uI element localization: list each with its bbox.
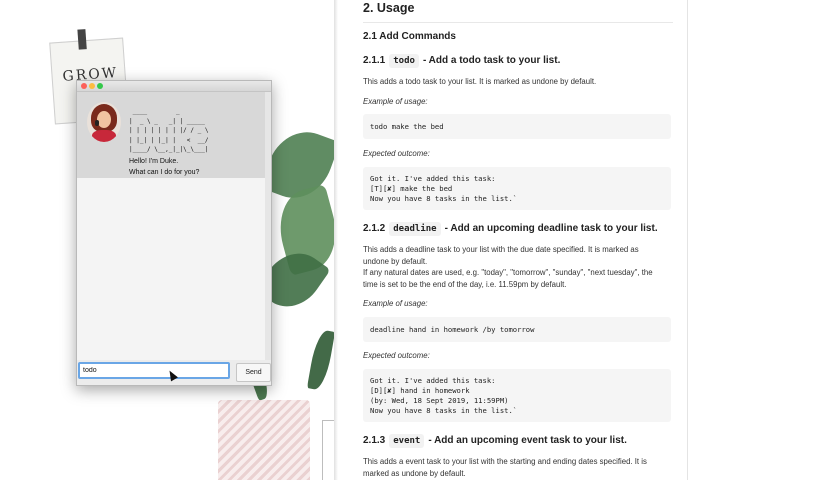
- close-window-icon[interactable]: [81, 83, 87, 89]
- todo-description: This adds a todo task to your list. It i…: [363, 77, 597, 86]
- heading-text: - Add an upcoming deadline task to your …: [444, 223, 658, 234]
- greeting-line: What can I do for you?: [129, 169, 200, 176]
- command-code: event: [389, 434, 425, 448]
- todo-outcome-code: Got it. I've added this task: [T][✘] mak…: [363, 167, 671, 210]
- duke-app-window: ____ _ | _ \ _ _| | _____ | | | | | | | …: [76, 80, 272, 386]
- zoom-window-icon[interactable]: [97, 83, 103, 89]
- deadline-natural-dates-note: If any natural dates are used, e.g. "tod…: [363, 268, 653, 289]
- heading-number: 2.1.3: [363, 435, 386, 446]
- event-description: This adds a event task to your list with…: [363, 457, 647, 478]
- deadline-outcome-code: Got it. I've added this task: [D][✘] han…: [363, 369, 671, 422]
- todo-example-code: todo make the bed: [363, 114, 671, 139]
- chat-scrollbar[interactable]: [265, 92, 271, 360]
- heading-number: 2.1.1: [363, 55, 386, 66]
- heading-text: - Add an upcoming event task to your lis…: [428, 435, 627, 446]
- send-button[interactable]: Send: [236, 363, 271, 382]
- user-guide-page: 2. Usage 2.1 Add Commands 2.1.1 todo - Add…: [338, 0, 688, 480]
- window-titlebar[interactable]: [77, 81, 271, 92]
- example-label: Example of usage:: [363, 97, 428, 106]
- duke-avatar: [87, 102, 121, 142]
- outcome-label: Expected outcome:: [363, 149, 430, 158]
- pink-plant-pot: [218, 400, 310, 480]
- chat-dialog-area[interactable]: ____ _ | _ \ _ _| | _____ | | | | | | | …: [77, 92, 271, 360]
- duke-ascii-logo: ____ _ | _ \ _ _| | _____ | | | | | | | …: [129, 108, 209, 153]
- example-label: Example of usage:: [363, 299, 428, 308]
- duke-message: ____ _ | _ \ _ _| | _____ | | | | | | | …: [77, 92, 265, 178]
- command-code: deadline: [389, 222, 441, 236]
- heading-number: 2.1.2: [363, 223, 386, 234]
- glass-plant-pot: [322, 420, 334, 480]
- duke-greeting: Hello! I'm Duke. What can I do for you?: [129, 156, 199, 178]
- deadline-example-code: deadline hand in homework /by tomorrow: [363, 317, 671, 342]
- minimize-window-icon[interactable]: [89, 83, 95, 89]
- event-heading: 2.1.3 event - Add an upcoming event task t…: [363, 434, 627, 448]
- binder-clip: [77, 29, 87, 50]
- right-margin: [688, 0, 814, 480]
- heading-text: - Add a todo task to your list.: [422, 55, 561, 66]
- greeting-line: Hello! I'm Duke.: [129, 158, 179, 165]
- command-input[interactable]: [78, 362, 230, 379]
- todo-heading: 2.1.1 todo - Add a todo task to your list.: [363, 54, 561, 68]
- section-heading: 2. Usage: [363, 1, 415, 15]
- command-code: todo: [389, 54, 419, 68]
- deadline-description: This adds a deadline task to your list w…: [363, 245, 639, 266]
- subsection-heading: 2.1 Add Commands: [363, 31, 456, 42]
- outcome-label: Expected outcome:: [363, 351, 430, 360]
- deadline-heading: 2.1.2 deadline - Add an upcoming deadline …: [363, 222, 658, 236]
- section-divider: [363, 22, 673, 23]
